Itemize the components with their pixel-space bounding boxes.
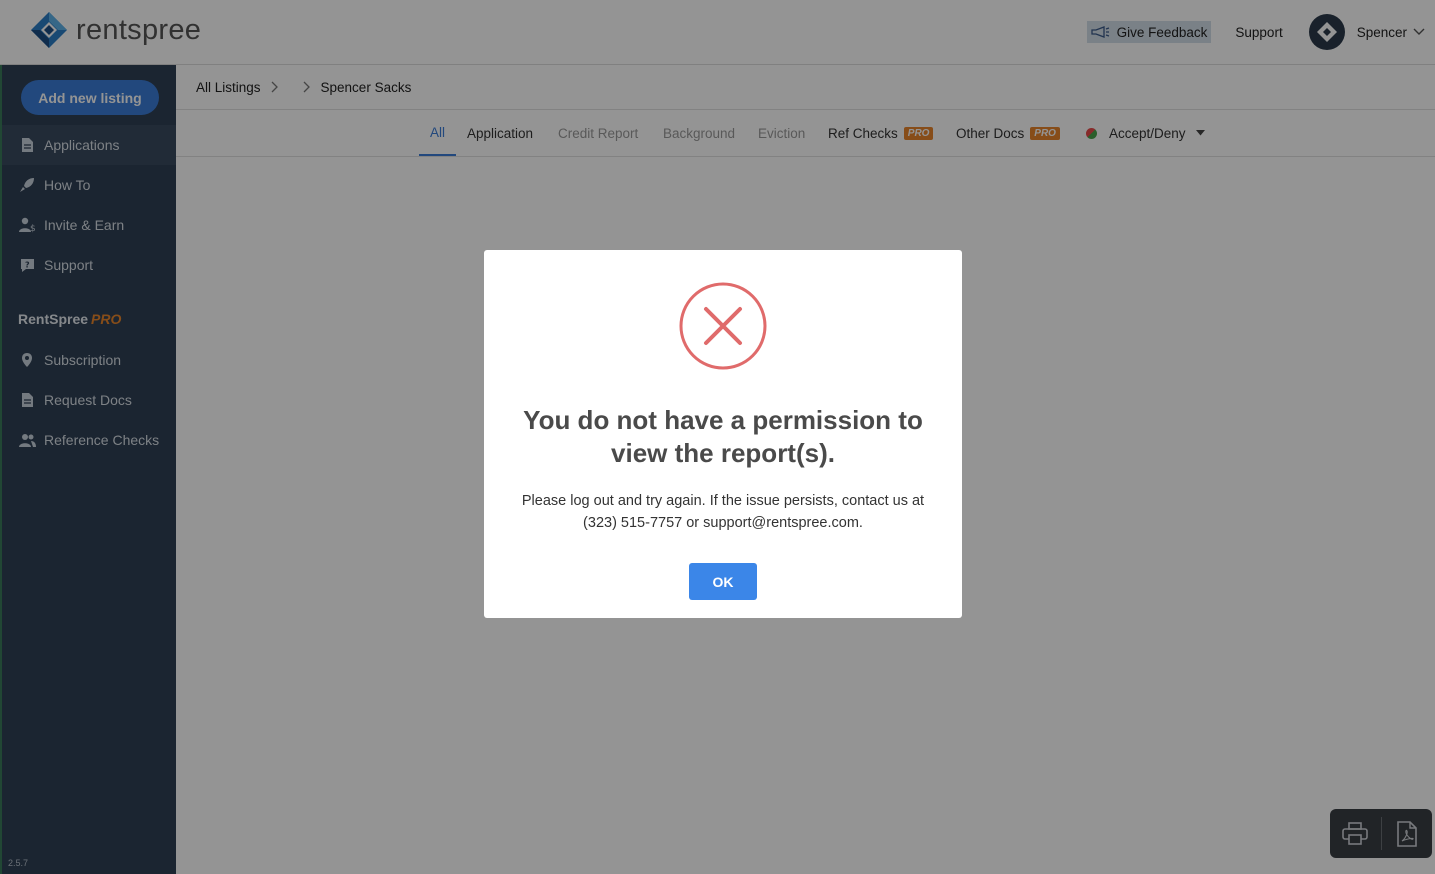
modal-message: Please log out and try again. If the iss… [521,493,925,531]
permission-error-modal: You do not have a permission to view the… [484,250,962,618]
modal-title: You do not have a permission to view the… [523,405,923,468]
error-x-icon [679,282,767,370]
ok-button[interactable]: OK [689,563,757,600]
